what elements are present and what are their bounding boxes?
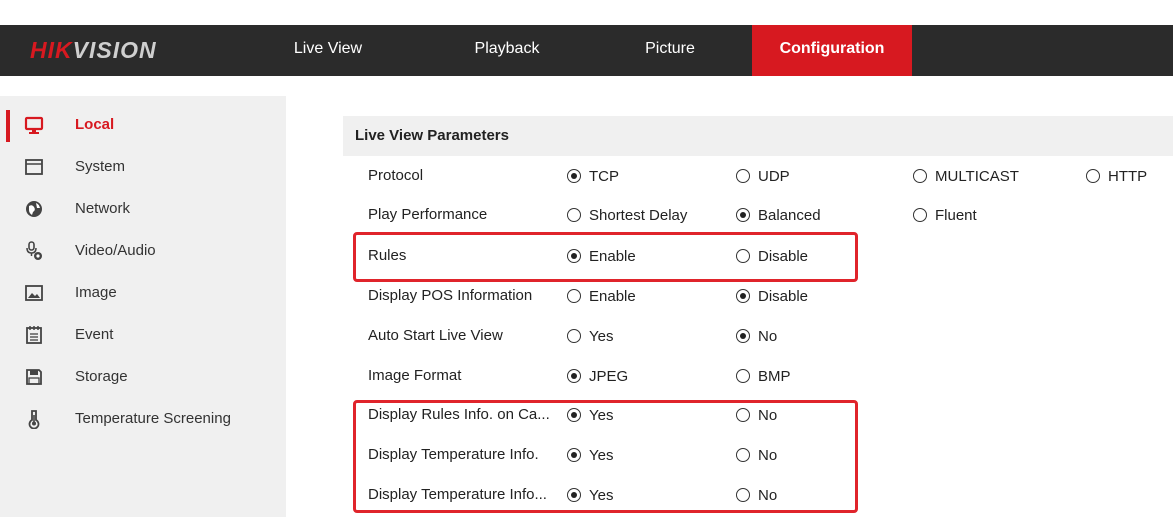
radio-unselected-icon	[913, 208, 927, 222]
radio-unselected-icon	[567, 289, 581, 303]
radio-selected-icon	[736, 289, 750, 303]
settings-row-play-performance: Play Performance Shortest Delay Balanced…	[343, 195, 1173, 235]
settings-row-display-temperature-info-2: Display Temperature Info... Yes No	[343, 475, 1173, 515]
radio-selected-icon	[736, 329, 750, 343]
radio-rules-disable[interactable]: Disable	[736, 236, 808, 276]
radio-rules-info-no[interactable]: No	[736, 395, 777, 435]
settings-row-protocol: Protocol TCP UDP MULTICAST HTTP	[343, 156, 1173, 196]
radio-selected-icon	[567, 249, 581, 263]
sidebar-item-storage[interactable]: Storage	[0, 358, 286, 398]
radio-unselected-icon	[736, 488, 750, 502]
radio-temp-info2-yes[interactable]: Yes	[567, 475, 613, 515]
sidebar-item-temperature-screening[interactable]: Temperature Screening	[0, 400, 286, 440]
sidebar-item-label: Event	[75, 326, 114, 343]
section-header: Live View Parameters	[343, 116, 1173, 156]
radio-selected-icon	[567, 408, 581, 422]
settings-row-display-rules-info: Display Rules Info. on Ca... Yes No	[343, 395, 1173, 435]
radio-temp-info-no[interactable]: No	[736, 435, 777, 475]
microphone-camera-icon	[24, 241, 44, 261]
sidebar-item-network[interactable]: Network	[0, 190, 286, 230]
sidebar-item-label: Local	[75, 116, 115, 133]
globe-icon	[24, 199, 44, 219]
radio-protocol-multicast[interactable]: MULTICAST	[913, 156, 1019, 196]
sidebar-item-label: Network	[75, 200, 131, 217]
sidebar-item-label: Temperature Screening	[75, 410, 231, 427]
sidebar-item-label: Video/Audio	[75, 242, 156, 259]
radio-selected-icon	[567, 488, 581, 502]
sidebar: Local System Network Video/Audio Image E…	[0, 96, 286, 517]
radio-unselected-icon	[736, 448, 750, 462]
radio-protocol-udp[interactable]: UDP	[736, 156, 790, 196]
radio-unselected-icon	[567, 208, 581, 222]
thermometer-icon	[24, 409, 44, 429]
sidebar-item-label: System	[75, 158, 126, 175]
radio-unselected-icon	[736, 169, 750, 183]
radio-unselected-icon	[567, 329, 581, 343]
radio-unselected-icon	[913, 169, 927, 183]
radio-pos-enable[interactable]: Enable	[567, 276, 636, 316]
sidebar-item-event[interactable]: Event	[0, 316, 286, 356]
row-label: Image Format	[368, 367, 462, 384]
floppy-disk-icon	[24, 367, 44, 387]
calendar-icon	[24, 325, 44, 345]
radio-selected-icon	[567, 169, 581, 183]
system-window-icon	[24, 157, 44, 177]
hikvision-logo: HIKVISION	[30, 37, 157, 63]
tab-configuration[interactable]: Configuration	[752, 25, 912, 76]
tab-playback[interactable]: Playback	[452, 25, 562, 76]
settings-row-image-format: Image Format JPEG BMP	[343, 356, 1173, 396]
row-label: Display Temperature Info...	[368, 486, 547, 503]
settings-row-display-temperature-info: Display Temperature Info. Yes No	[343, 435, 1173, 475]
radio-fluent[interactable]: Fluent	[913, 195, 977, 235]
radio-protocol-tcp[interactable]: TCP	[567, 156, 619, 196]
radio-auto-start-no[interactable]: No	[736, 316, 777, 356]
top-nav-bar: HIKVISION Live View Playback Picture Con…	[0, 25, 1173, 76]
row-label: Rules	[368, 247, 407, 264]
row-label: Display Temperature Info.	[368, 446, 539, 463]
radio-format-jpeg[interactable]: JPEG	[567, 356, 628, 396]
radio-selected-icon	[567, 369, 581, 383]
row-label: Play Performance	[368, 206, 488, 223]
row-label: Protocol	[368, 167, 424, 184]
row-label: Auto Start Live View	[368, 327, 503, 344]
sidebar-item-system[interactable]: System	[0, 148, 286, 188]
radio-protocol-http[interactable]: HTTP	[1086, 156, 1147, 196]
sidebar-item-label: Image	[75, 284, 117, 301]
tab-picture[interactable]: Picture	[615, 25, 725, 76]
settings-row-auto-start: Auto Start Live View Yes No	[343, 316, 1173, 356]
radio-temp-info2-no[interactable]: No	[736, 475, 777, 515]
radio-unselected-icon	[736, 369, 750, 383]
settings-row-rules: Rules Enable Disable	[343, 236, 1173, 276]
radio-temp-info-yes[interactable]: Yes	[567, 435, 613, 475]
radio-rules-enable[interactable]: Enable	[567, 236, 636, 276]
radio-unselected-icon	[736, 408, 750, 422]
radio-format-bmp[interactable]: BMP	[736, 356, 791, 396]
image-icon	[24, 283, 44, 303]
radio-balanced[interactable]: Balanced	[736, 195, 821, 235]
tab-live-view[interactable]: Live View	[289, 25, 367, 76]
radio-unselected-icon	[736, 249, 750, 263]
radio-auto-start-yes[interactable]: Yes	[567, 316, 613, 356]
radio-shortest-delay[interactable]: Shortest Delay	[567, 195, 687, 235]
radio-selected-icon	[567, 448, 581, 462]
settings-row-display-pos: Display POS Information Enable Disable	[343, 276, 1173, 316]
row-label: Display POS Information	[368, 287, 533, 304]
radio-pos-disable[interactable]: Disable	[736, 276, 808, 316]
section-title: Live View Parameters	[355, 127, 509, 144]
monitor-icon	[24, 115, 44, 135]
sidebar-item-local[interactable]: Local	[0, 106, 286, 146]
row-label: Display Rules Info. on Ca...	[368, 406, 550, 423]
sidebar-item-image[interactable]: Image	[0, 274, 286, 314]
sidebar-item-video-audio[interactable]: Video/Audio	[0, 232, 286, 272]
radio-selected-icon	[736, 208, 750, 222]
radio-unselected-icon	[1086, 169, 1100, 183]
radio-rules-info-yes[interactable]: Yes	[567, 395, 613, 435]
sidebar-item-label: Storage	[75, 368, 128, 385]
